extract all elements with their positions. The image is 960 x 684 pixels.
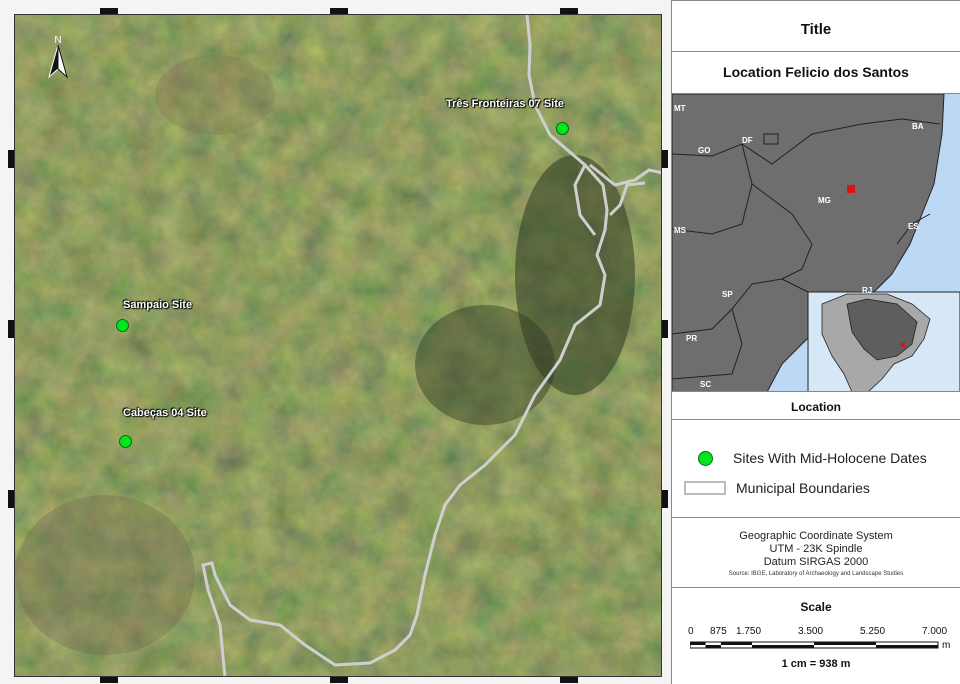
site-marker-sampaio[interactable] (116, 319, 129, 332)
state-label-sp: SP (722, 290, 733, 299)
scale-header: Scale (800, 600, 832, 614)
site-label-sampaio: Sampaio Site (123, 299, 193, 311)
scale-tick-1: 875 (710, 626, 727, 637)
state-label-pr: PR (686, 334, 698, 343)
title-header-box: Title (672, 0, 960, 52)
site-marker-cabecas[interactable] (119, 435, 132, 448)
scale-bar (690, 641, 939, 649)
state-label-sc: SC (700, 380, 712, 389)
state-label-ms: MS (674, 226, 686, 235)
scale-ratio: 1 cm = 938 m (781, 658, 851, 670)
site-label-tres-fronteiras: Três Fronteiras 07 Site (446, 98, 564, 110)
scale-tick-4: 5.250 (860, 626, 886, 637)
location-header: Location (791, 400, 841, 414)
legend-item-boundaries: Municipal Boundaries (684, 480, 870, 496)
scale-tick-0: 0 (688, 626, 694, 637)
scale-box: Scale 0 875 1.750 3.500 5.250 7.000 m 1 … (672, 588, 960, 684)
map-title: Location Felicio dos Santos (723, 64, 909, 80)
legend-box: Sites With Mid-Holocene Dates Municipal … (672, 420, 960, 518)
state-label-rj: RJ (862, 286, 873, 295)
scale-tick-5: 7.000 (922, 626, 948, 637)
state-label-go: GO (698, 146, 711, 155)
coord-line-3: Datum SIRGAS 2000 (763, 556, 869, 568)
title-header: Title (800, 21, 832, 38)
frame-tick (330, 677, 348, 683)
coord-line-2: UTM - 23K Spindle (769, 543, 863, 555)
site-label-cabecas: Cabeças 04 Site (123, 407, 207, 419)
frame-tick (662, 490, 668, 508)
legend-item-sites: Sites With Mid-Holocene Dates (684, 450, 927, 466)
legend-label-boundaries: Municipal Boundaries (736, 480, 870, 496)
frame-tick (662, 150, 668, 168)
north-arrow-icon: N (48, 35, 68, 79)
state-label-mg: MG (818, 196, 831, 205)
coordinate-system-box: Geographic Coordinate System UTM - 23K S… (672, 518, 960, 588)
state-label-es: ES (908, 222, 919, 231)
title-box: Location Felicio dos Santos (672, 52, 960, 94)
scale-tick-2: 1.750 (736, 626, 762, 637)
brazil-states-map (672, 94, 960, 391)
grey-outline-icon (684, 481, 726, 495)
location-header-box: Location (672, 392, 960, 420)
satellite-map[interactable]: N Três Fronteiras 07 Site Sampaio Site C… (14, 14, 662, 677)
source-line: Source: IBGE, Laboratory of Archaeology … (728, 571, 904, 577)
scale-tick-3: 3.500 (798, 626, 824, 637)
state-label-ba: BA (912, 122, 924, 131)
coord-line-1: Geographic Coordinate System (739, 530, 893, 542)
green-circle-icon (698, 450, 713, 466)
state-label-df: DF (742, 136, 753, 145)
frame-tick (100, 677, 118, 683)
legend-panel: Title Location Felicio dos Santos MT BA … (672, 0, 960, 684)
north-label: N (54, 35, 61, 46)
satellite-imagery (15, 15, 661, 676)
state-label-mt: MT (674, 104, 686, 113)
frame-tick (560, 677, 578, 683)
legend-label-sites: Sites With Mid-Holocene Dates (733, 450, 927, 466)
inset-location-map[interactable]: MT BA GO DF MG ES MS SP RJ PR SC (672, 94, 960, 392)
frame-tick (662, 320, 668, 338)
site-marker-tres-fronteiras[interactable] (556, 122, 569, 135)
scale-unit: m (942, 640, 951, 651)
location-marker (847, 185, 855, 193)
